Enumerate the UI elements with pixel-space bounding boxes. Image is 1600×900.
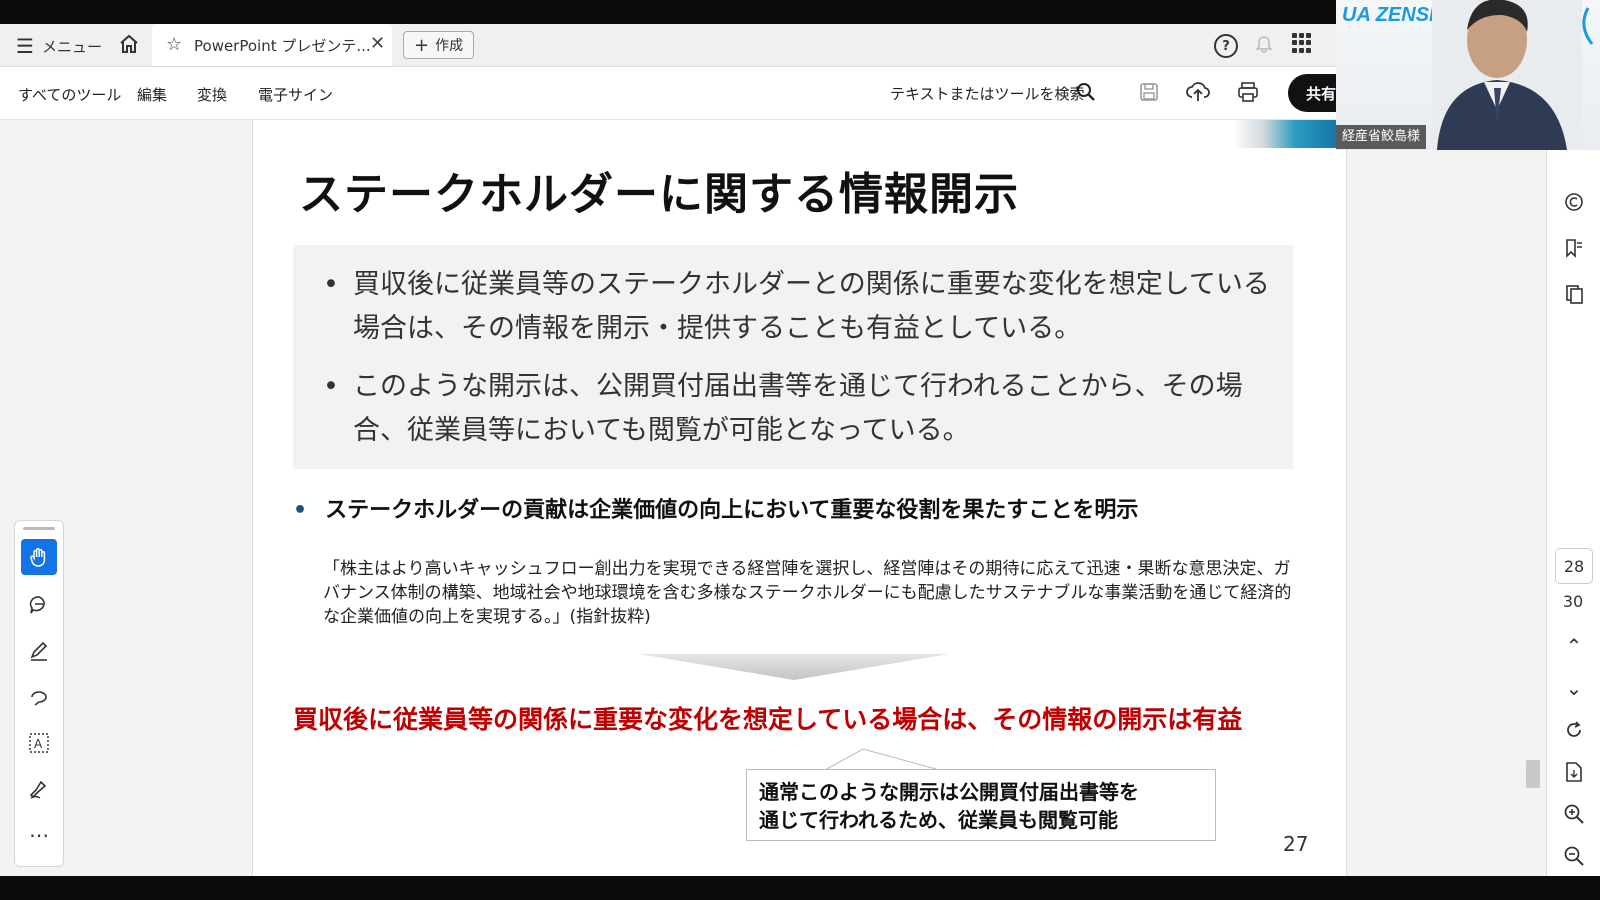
convert-link[interactable]: 変換 <box>197 84 227 105</box>
bullet-heading: • ステークホルダーの貢献は企業価値の向上において重要な役割を果たすことを明示 <box>293 498 1139 523</box>
close-icon[interactable]: ✕ <box>370 33 385 54</box>
home-icon <box>120 34 138 53</box>
bell-icon[interactable] <box>1254 33 1274 53</box>
tab-bar: ☰ メニュー ☆ PowerPoint プレゼンテ... ✕ + 作成 ? <box>0 24 1336 67</box>
callout-box: 通常このような開示は公開買付届出書等を 通じて行われるため、従業員も閲覧可能 <box>746 769 1216 841</box>
ai-assistant-icon[interactable] <box>1560 188 1588 216</box>
apps-grid-icon[interactable] <box>1292 33 1312 53</box>
sign-pen-icon[interactable] <box>21 771 57 807</box>
bottom-black-bar <box>0 876 1600 900</box>
hand-tool-icon[interactable] <box>21 539 57 575</box>
create-label: 作成 <box>435 38 464 54</box>
callout-line: 通常このような開示は公開買付届出書等を <box>759 780 1139 804</box>
menu-button[interactable]: ☰ メニュー <box>16 34 102 58</box>
help-icon[interactable]: ? <box>1214 34 1238 58</box>
export-pdf-icon[interactable] <box>1560 758 1588 786</box>
print-icon[interactable] <box>1235 79 1261 105</box>
share-label: 共有 <box>1306 84 1337 103</box>
zoom-out-icon[interactable] <box>1560 842 1588 870</box>
edit-link[interactable]: 編集 <box>137 84 167 105</box>
right-rail: 28 30 ⌃ ⌄ <box>1546 120 1600 876</box>
slide-header-decoration <box>1234 120 1336 148</box>
zoom-in-icon[interactable] <box>1560 800 1588 828</box>
down-arrow-shape <box>639 654 949 680</box>
slide-page-number: 27 <box>1283 832 1309 856</box>
bullet-heading-text: ステークホルダーの貢献は企業価値の向上において重要な役割を果たすことを明示 <box>325 498 1139 523</box>
toolbar: すべてのツール 編集 変換 電子サイン テキストまたはツールを検索 共有 <box>0 67 1368 120</box>
scrollbar-thumb[interactable] <box>1526 760 1540 788</box>
search-icon[interactable] <box>1073 79 1099 105</box>
bullet-text: 買収後に従業員等のステークホルダーとの関係に重要な変化を想定している場合は、その… <box>353 269 1270 344</box>
all-tools-link[interactable]: すべてのツール <box>18 84 121 105</box>
bullet-item: • 買収後に従業員等のステークホルダーとの関係に重要な変化を想定している場合は、そ… <box>323 263 1273 351</box>
chevron-down-icon[interactable]: ⌄ <box>1560 674 1588 702</box>
total-pages: 30 <box>1562 592 1584 611</box>
slide-page: ステークホルダーに関する情報開示 • 買収後に従業員等のステークホルダーとの関係に… <box>252 120 1347 876</box>
save-icon[interactable] <box>1136 79 1162 105</box>
text-select-icon[interactable]: A <box>21 725 57 761</box>
tab-document[interactable]: ☆ PowerPoint プレゼンテ... ✕ <box>152 24 392 66</box>
more-options-icon[interactable]: ⋯ <box>21 817 57 853</box>
star-icon[interactable]: ☆ <box>166 34 182 55</box>
svg-text:A: A <box>34 737 43 751</box>
create-button[interactable]: + 作成 <box>403 31 475 59</box>
plus-icon: + <box>414 34 430 56</box>
rotate-icon[interactable] <box>1560 716 1588 744</box>
callout-line: 通じて行われるため、従業員も閲覧可能 <box>759 808 1118 832</box>
search-tools-label[interactable]: テキストまたはツールを検索 <box>890 83 1085 104</box>
bullet-item: • このような開示は、公開買付届出書等を通じて行われることから、その場合、従業員等… <box>323 365 1273 453</box>
slide-title: ステークホルダーに関する情報開示 <box>299 169 1019 220</box>
comment-icon[interactable] <box>21 587 57 623</box>
quick-tools-panel: A ⋯ <box>14 520 64 867</box>
tab-title: PowerPoint プレゼンテ... <box>194 37 371 55</box>
hamburger-icon: ☰ <box>16 34 34 58</box>
chevron-up-icon[interactable]: ⌃ <box>1560 632 1588 660</box>
menu-label: メニュー <box>41 37 102 56</box>
e-sign-link[interactable]: 電子サイン <box>258 84 333 105</box>
bookmark-icon[interactable] <box>1560 234 1588 262</box>
drag-handle[interactable] <box>23 527 55 530</box>
pages-icon[interactable] <box>1560 280 1588 308</box>
highlight-pen-icon[interactable] <box>21 633 57 669</box>
bullet-text: このような開示は、公開買付届出書等を通じて行われることから、その場合、従業員等に… <box>353 371 1243 446</box>
guideline-quote: 「株主はより高いキャッシュフロー創出力を実現できる経営陣を選択し、経営陣はその期… <box>323 559 1292 627</box>
conclusion-text: 買収後に従業員等の関係に重要な変化を想定している場合は、その情報の開示は有益 <box>293 705 1243 734</box>
participant-name: 経産省鮫島様 <box>1336 125 1427 149</box>
summary-box: • 買収後に従業員等のステークホルダーとの関係に重要な変化を想定している場合は、そ… <box>293 245 1293 469</box>
home-button[interactable] <box>118 33 140 55</box>
video-call-overlay: UA ZENSEN 経産省鮫島様 <box>1336 0 1600 150</box>
participant-video <box>1432 0 1582 150</box>
cloud-upload-icon[interactable] <box>1185 79 1211 105</box>
lasso-draw-icon[interactable] <box>21 679 57 715</box>
callout-text: 通常このような開示は公開買付届出書等を 通じて行われるため、従業員も閲覧可能 <box>759 778 1139 834</box>
current-page-field[interactable]: 28 <box>1555 548 1593 584</box>
